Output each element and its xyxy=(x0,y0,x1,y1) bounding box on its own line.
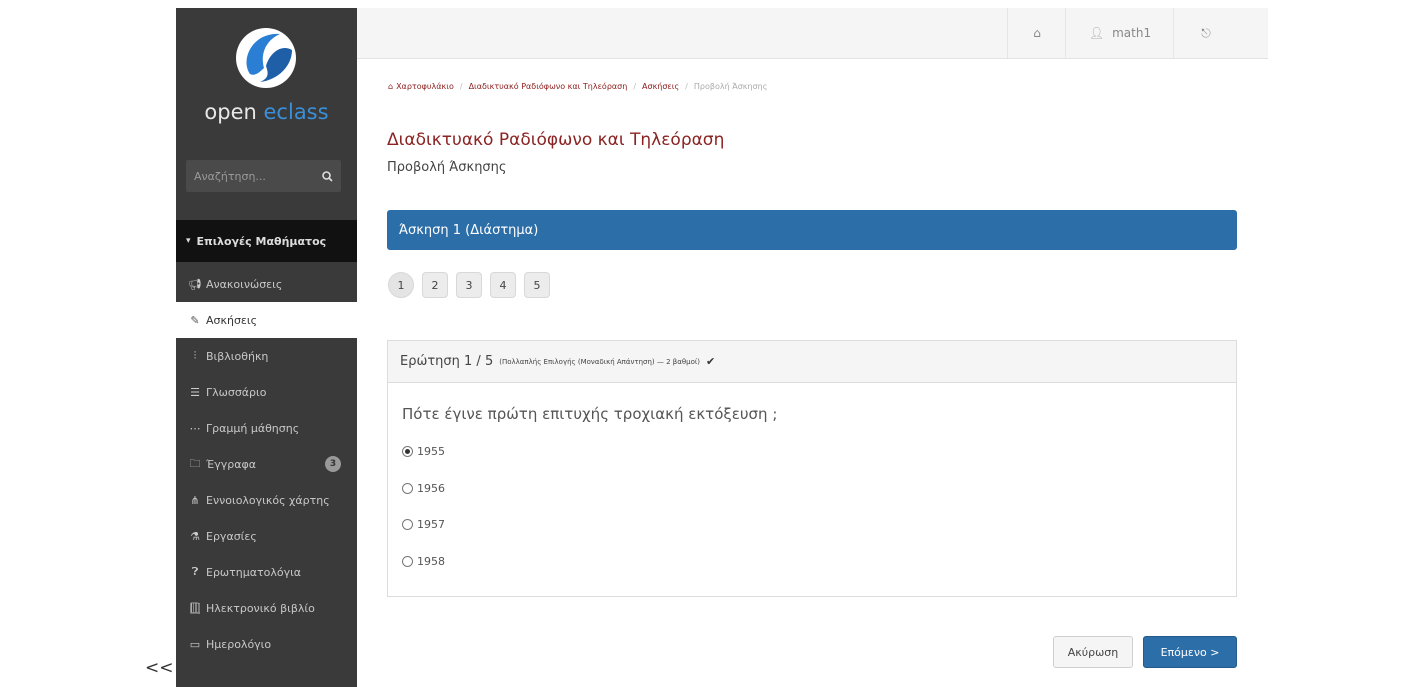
ellipsis-icon: ⋯ xyxy=(189,421,201,435)
answer-option-1956[interactable]: 1956 xyxy=(402,482,445,495)
sidebar-item-documents[interactable]: 🗀︎ Έγγραφα 3 xyxy=(176,446,357,482)
answer-option-1957[interactable]: 1957 xyxy=(402,518,445,531)
page-button-1[interactable]: 1 xyxy=(388,272,414,298)
course-menu-label: Επιλογές Μαθήματος xyxy=(196,234,327,248)
library-icon: ⫶ xyxy=(193,349,197,362)
sidebar-item-assignments[interactable]: ⚗︎ Εργασίες xyxy=(176,518,357,554)
home-icon: ⌂ xyxy=(388,82,394,91)
logout-icon: ⎋ xyxy=(1201,25,1211,40)
megaphone-icon: 📢︎ xyxy=(188,277,202,291)
breadcrumb-separator: / xyxy=(685,82,688,91)
question-icon: ❓︎ xyxy=(191,565,199,578)
page-button-5[interactable]: 5 xyxy=(524,272,550,298)
search-input[interactable] xyxy=(186,168,313,184)
sidebar-item-library[interactable]: ⫶ Βιβλιοθήκη xyxy=(176,338,357,374)
question-header: Ερώτηση 1 / 5 (Πολλαπλής Επιλογής (Μοναδ… xyxy=(388,341,1236,383)
page-subtitle: Προβολή Άσκησης xyxy=(387,160,507,175)
home-button[interactable]: ⌂ xyxy=(1007,8,1066,58)
page-button-3[interactable]: 3 xyxy=(456,272,482,298)
logo-text: open eclass xyxy=(204,100,329,124)
sidebar-item-questionnaires[interactable]: ❓︎ Ερωτηματολόγια xyxy=(176,554,357,590)
question-panel: Ερώτηση 1 / 5 (Πολλαπλής Επιλογής (Μοναδ… xyxy=(387,340,1237,597)
sidebar-item-ebook[interactable]: 📕︎ Ηλεκτρονικό βιβλίο xyxy=(176,590,357,626)
sidebar: open eclass ▾ Επιλογές Μαθήματος 📢︎ Ανακ… xyxy=(176,8,357,687)
list-icon: ☰ xyxy=(190,385,200,399)
folder-icon: 🗀︎ xyxy=(189,456,201,470)
question-text: Πότε έγινε πρώτη επιτυχής τροχιακή εκτόξ… xyxy=(402,405,778,423)
breadcrumb-separator: / xyxy=(459,82,463,91)
documents-count-badge: 3 xyxy=(325,456,341,472)
eclass-logo-icon xyxy=(236,28,296,88)
sidebar-item-calendar[interactable]: ▭ Ημερολόγιο xyxy=(176,626,357,662)
radio-button[interactable] xyxy=(402,556,413,567)
radio-button[interactable] xyxy=(402,483,413,494)
sidebar-search xyxy=(186,160,341,192)
home-icon: ⌂ xyxy=(1033,26,1041,40)
page-button-4[interactable]: 4 xyxy=(490,272,516,298)
radio-button[interactable] xyxy=(402,446,413,457)
next-button[interactable]: Επόμενο > xyxy=(1143,636,1237,668)
logout-button[interactable]: ⎋ xyxy=(1173,8,1238,58)
calendar-icon: ▭ xyxy=(189,637,201,651)
cancel-button[interactable]: Ακύρωση xyxy=(1053,636,1133,668)
chevron-down-icon: ▾ xyxy=(186,236,191,246)
sidebar-item-glossary[interactable]: ☰ Γλωσσάριο xyxy=(176,374,357,410)
sidebar-item-announcements[interactable]: 📢︎ Ανακοινώσεις xyxy=(176,266,357,302)
course-menu-header[interactable]: ▾ Επιλογές Μαθήματος xyxy=(176,220,357,262)
checkmark-icon: ✔ xyxy=(706,355,716,368)
logo[interactable]: open eclass xyxy=(176,8,357,158)
radio-button[interactable] xyxy=(402,519,413,530)
breadcrumb-item-exercises[interactable]: Ασκήσεις xyxy=(642,82,679,91)
flask-icon: ⚗︎ xyxy=(190,529,200,543)
page-title: Διαδικτυακό Ραδιόφωνο και Τηλεόραση xyxy=(387,130,725,150)
course-menu: 📢︎ Ανακοινώσεις ✎ Ασκήσεις ⫶ Βιβλιοθήκη … xyxy=(176,266,357,662)
page-button-2[interactable]: 2 xyxy=(422,272,448,298)
question-meta: (Πολλαπλής Επιλογής (Μοναδική Απάντηση) … xyxy=(499,357,700,366)
question-pager: 1 2 3 4 5 xyxy=(388,272,558,298)
breadcrumb-current: Προβολή Άσκησης xyxy=(693,82,768,91)
edit-icon: ✎ xyxy=(190,313,200,327)
breadcrumb: ⌂ Χαρτοφυλάκιο / Διαδικτυακό Ραδιόφωνο κ… xyxy=(388,82,767,91)
breadcrumb-item-portfolio[interactable]: Χαρτοφυλάκιο xyxy=(396,82,454,91)
book-icon: 📕︎ xyxy=(188,601,202,615)
sitemap-icon: ⋔ xyxy=(190,493,200,507)
answer-option-1958[interactable]: 1958 xyxy=(402,555,445,568)
sidebar-collapse-toggle[interactable]: << xyxy=(145,658,174,678)
answer-option-1955[interactable]: 1955 xyxy=(402,445,445,458)
user-icon: 👤︎ xyxy=(1088,26,1105,40)
breadcrumb-item-course[interactable]: Διαδικτυακό Ραδιόφωνο και Τηλεόραση xyxy=(469,82,628,91)
question-number: Ερώτηση 1 / 5 xyxy=(400,354,494,369)
user-name: math1 xyxy=(1112,26,1152,40)
exercise-title-panel: Άσκηση 1 (Διάστημα) xyxy=(387,210,1237,250)
breadcrumb-separator: / xyxy=(633,82,637,91)
top-bar: ⌂ 👤︎ math1 ⎋ xyxy=(357,8,1268,59)
sidebar-item-learning-path[interactable]: ⋯ Γραμμή μάθησης xyxy=(176,410,357,446)
sidebar-item-concept-map[interactable]: ⋔ Εννοιολογικός χάρτης xyxy=(176,482,357,518)
user-menu[interactable]: 👤︎ math1 xyxy=(1065,8,1174,58)
search-icon[interactable] xyxy=(313,160,341,192)
sidebar-item-exercises[interactable]: ✎ Ασκήσεις xyxy=(176,302,357,338)
